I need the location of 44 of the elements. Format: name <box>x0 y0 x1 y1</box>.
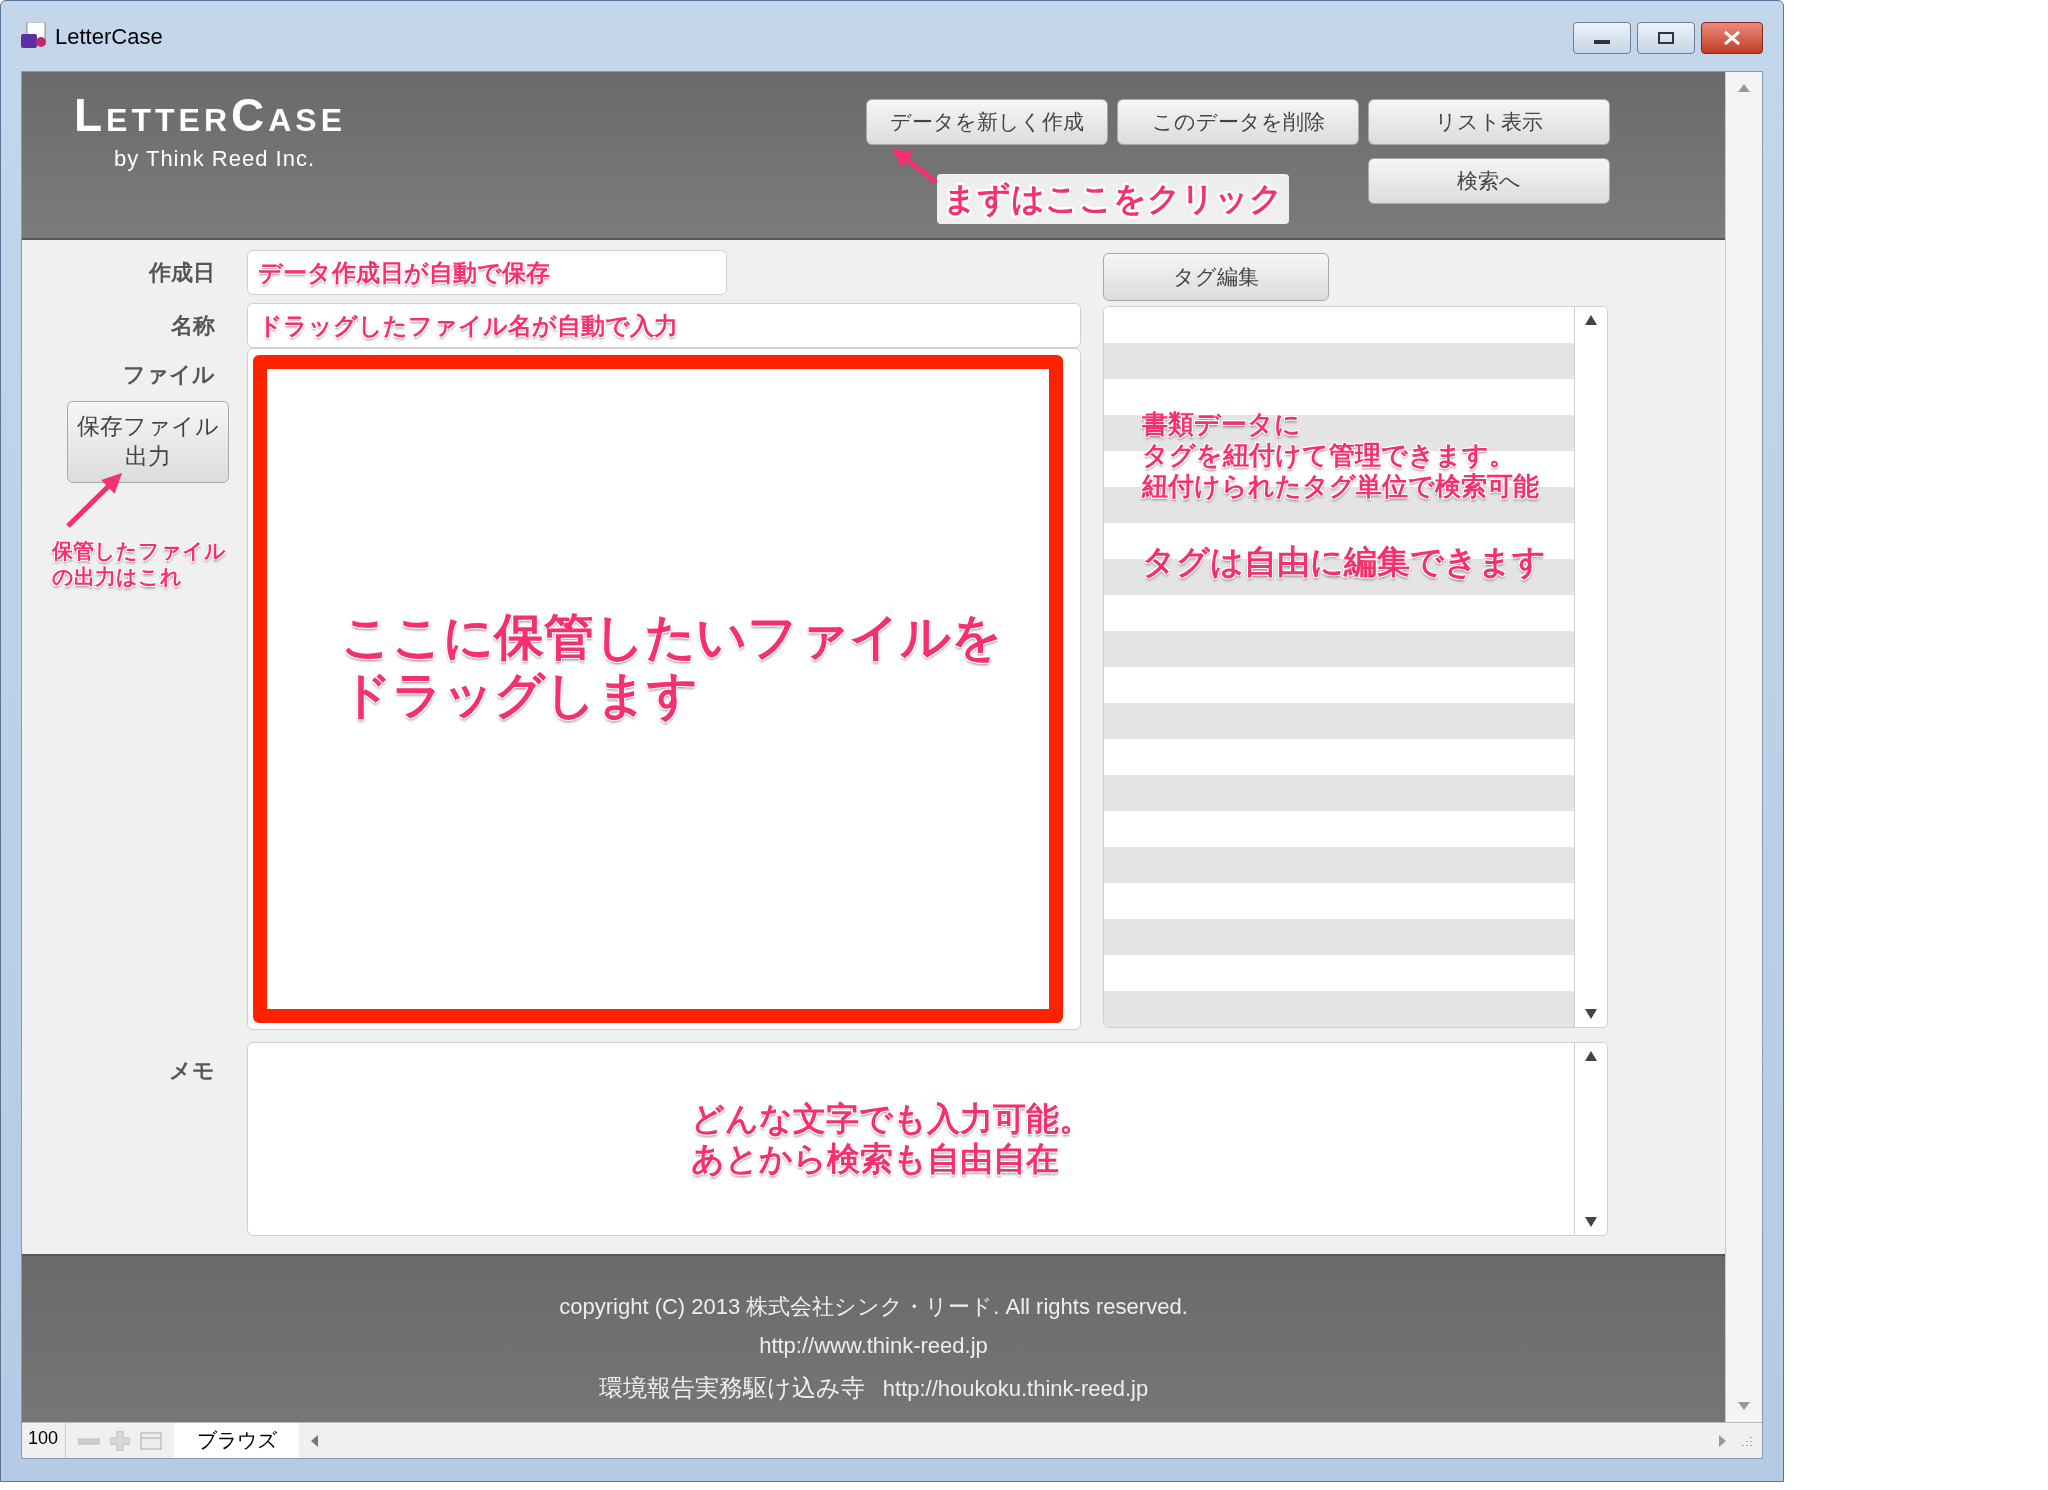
field-label: ファイル <box>122 361 216 389</box>
callout-text: 書類データに タグを紐付けて管理できます。 紐付けられたタグ単位で検索可能 <box>1142 409 1539 503</box>
field-label: メモ <box>168 1057 216 1085</box>
mode-tab[interactable]: ブラウズ <box>174 1423 299 1458</box>
scroll-down-icon[interactable] <box>1585 1217 1597 1227</box>
text-field[interactable]: ドラッグしたファイル名が自動で入力 <box>247 303 1081 348</box>
drop-instruction: ここに保管したいファイルを ドラッグします <box>341 609 1003 724</box>
partner-name: 環境報告実務駆け込み寺 <box>598 1373 865 1403</box>
field-label: 名称 <box>170 312 216 340</box>
scroll-up-icon[interactable] <box>1585 315 1597 325</box>
scroll-up-icon[interactable] <box>1585 1051 1597 1061</box>
header-button[interactable]: このデータを削除 <box>1117 99 1359 145</box>
field-label: 作成日 <box>147 259 216 287</box>
app-icon <box>21 22 47 50</box>
close-icon[interactable] <box>1723 31 1741 45</box>
partner-link[interactable]: http://houkoku.think-reed.jp <box>882 1370 1149 1406</box>
callout-text: 保管したファイルの出力はこれ <box>52 538 227 591</box>
header-button[interactable]: リスト表示 <box>1368 99 1610 145</box>
pointer-arrow <box>892 148 938 184</box>
text-field[interactable]: データ作成日が自動で保存 <box>247 250 727 295</box>
scroll-down-icon[interactable] <box>1585 1009 1597 1019</box>
scroll-left-icon[interactable] <box>311 1434 318 1447</box>
pointer-arrow <box>66 473 122 528</box>
window-title: LetterCase <box>55 22 163 51</box>
export-file-button[interactable]: 保存ファイル 出力 <box>67 401 229 483</box>
copyright-text: copyright (C) 2013 株式会社シンク・リード. All rights reserved. <box>559 1293 1188 1321</box>
layout-icon[interactable] <box>140 1431 162 1450</box>
callout-text: タグは自由に編集できます <box>1142 542 1546 582</box>
callout-text: どんな文字でも入力可能。 あとから検索も自由自在 <box>690 1099 1092 1179</box>
minimize-button[interactable] <box>1573 22 1631 54</box>
maximize-button[interactable] <box>1637 22 1695 54</box>
zoom-in-icon[interactable] <box>110 1430 130 1451</box>
memo-field[interactable]: どんな文字でも入力可能。 あとから検索も自由自在 <box>247 1042 1608 1236</box>
zoom-level[interactable]: 100 <box>22 1423 66 1458</box>
logo-title: LetterCase <box>74 92 346 138</box>
logo-subtitle: by Think Reed Inc. <box>114 145 316 173</box>
close-button[interactable] <box>1701 22 1763 54</box>
scroll-right-icon[interactable] <box>1719 1434 1726 1447</box>
search-button[interactable]: 検索へ <box>1368 158 1610 204</box>
website-link[interactable]: http://www.think-reed.jp <box>759 1329 988 1362</box>
callout-text: まずはここをクリック <box>937 174 1289 224</box>
header-button[interactable]: データを新しく作成 <box>866 99 1108 145</box>
tag-edit-button[interactable]: タグ編集 <box>1103 253 1329 301</box>
file-drop-area[interactable]: ここに保管したいファイルを ドラッグします <box>253 355 1063 1023</box>
